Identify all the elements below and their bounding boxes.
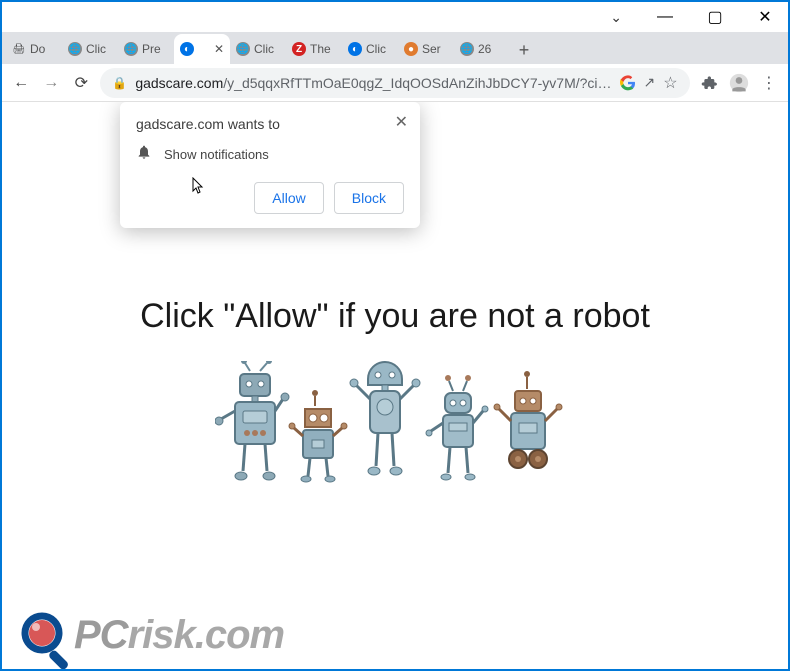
menu-icon[interactable]: ⋮ (758, 69, 780, 97)
permission-text: Show notifications (164, 147, 269, 162)
tab-label: Ser (422, 42, 448, 56)
tab-label: Pre (142, 42, 168, 56)
tab-pre[interactable]: 🌐 Pre (118, 34, 174, 64)
tab-label: Clic (366, 42, 392, 56)
lock-icon: 🔒 (112, 76, 127, 90)
page-content: ✕ gadscare.com wants to Show notificatio… (2, 102, 788, 669)
google-icon[interactable] (620, 75, 636, 91)
tab-label: The (310, 42, 336, 56)
pcrisk-watermark: PCrisk.com (18, 609, 284, 661)
spinner-icon: ◐ (348, 42, 362, 56)
bell-icon (136, 144, 152, 164)
printer-icon: 🖨 (12, 42, 26, 56)
tab-close-icon[interactable]: ✕ (214, 42, 224, 56)
star-icon[interactable]: ☆ (663, 73, 677, 93)
new-tab-button[interactable]: + (510, 36, 538, 64)
globe-icon: 🌐 (460, 42, 474, 56)
forward-button[interactable]: → (40, 69, 62, 97)
tab-strip: 🖨 Do 🌐 Clic 🌐 Pre ◐ ✕ 🌐 Clic Z The ◐ Cli… (2, 32, 788, 64)
url-text: gadscare.com/y_d5qqxRfTTmOaE0qgZ_IdqOOSd… (135, 75, 611, 91)
tab-label: Clic (254, 42, 280, 56)
magnifier-icon (18, 609, 70, 661)
z-icon: Z (292, 42, 306, 56)
block-button[interactable]: Block (334, 182, 404, 214)
permission-title: gadscare.com wants to (136, 116, 404, 132)
tab-downloads[interactable]: 🖨 Do (6, 34, 62, 64)
window-minimize-button[interactable]: — (650, 2, 680, 32)
tab-click-2[interactable]: 🌐 Clic (230, 34, 286, 64)
tab-gadscare-active[interactable]: ◐ ✕ (174, 34, 230, 64)
profile-icon[interactable] (728, 69, 750, 97)
share-icon[interactable]: ↗ (644, 74, 656, 91)
reload-button[interactable]: ⟳ (70, 69, 92, 97)
tab-the[interactable]: Z The (286, 34, 342, 64)
tab-label: Do (30, 42, 56, 56)
tab-click-3[interactable]: ◐ Clic (342, 34, 398, 64)
tab-click-1[interactable]: 🌐 Clic (62, 34, 118, 64)
allow-button[interactable]: Allow (254, 182, 323, 214)
notification-permission-dialog: ✕ gadscare.com wants to Show notificatio… (120, 102, 420, 228)
window-maximize-button[interactable]: ▢ (700, 2, 730, 32)
browser-window: ⌄ — ▢ ✕ 🖨 Do 🌐 Clic 🌐 Pre ◐ ✕ 🌐 Clic Z T (0, 0, 790, 671)
caret-down-icon[interactable]: ⌄ (602, 9, 630, 26)
tab-label: 26 (478, 42, 504, 56)
tab-ser[interactable]: ● Ser (398, 34, 454, 64)
window-close-button[interactable]: ✕ (750, 2, 780, 32)
globe-icon: 🌐 (236, 42, 250, 56)
globe-icon: 🌐 (68, 42, 82, 56)
back-button[interactable]: ← (10, 69, 32, 97)
robots-illustration (2, 361, 788, 501)
dialog-close-button[interactable]: ✕ (395, 112, 408, 132)
browser-toolbar: ← → ⟳ 🔒 gadscare.com/y_d5qqxRfTTmOaE0qgZ… (2, 64, 788, 102)
address-bar[interactable]: 🔒 gadscare.com/y_d5qqxRfTTmOaE0qgZ_IdqOO… (100, 68, 689, 98)
extensions-icon[interactable] (698, 69, 720, 97)
watermark-text: PCrisk.com (74, 613, 284, 658)
page-message: Click "Allow" if you are not a robot (2, 297, 788, 336)
tab-label: Clic (86, 42, 112, 56)
spinner-icon: ◐ (180, 42, 194, 56)
orange-icon: ● (404, 42, 418, 56)
window-titlebar: ⌄ — ▢ ✕ (2, 2, 788, 32)
tab-26[interactable]: 🌐 26 (454, 34, 510, 64)
globe-icon: 🌐 (124, 42, 138, 56)
